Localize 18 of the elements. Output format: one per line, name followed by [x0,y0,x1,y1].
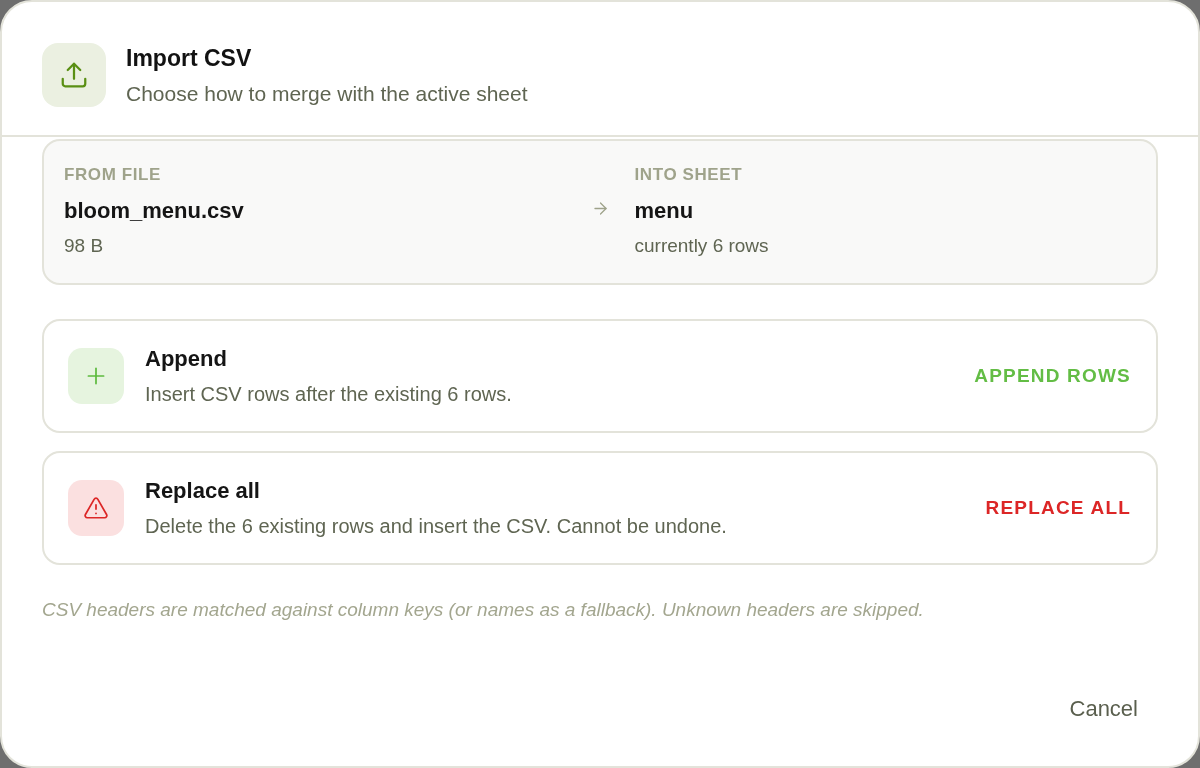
item-detail: 98 B [64,234,105,258]
cancel-button[interactable]: Cancel [1055,686,1152,732]
option-action-button[interactable]: REPLACE ALL [985,494,1131,522]
item-detail: currently 6 rows [634,234,770,258]
option-title: Append [145,345,228,373]
item-name: bloom_menu.csv [64,197,245,225]
section-label: FROM FILE [64,164,162,186]
plus-icon [68,348,124,404]
upload-icon [42,43,106,107]
warning-icon [68,480,124,536]
option-title: Replace all [145,477,261,505]
import-note: CSV headers are matched against column keys (or names as a fallback). Unknown headers are skipped. [42,598,925,622]
dialog-subtitle: Choose how to merge with the active sheet [126,81,528,107]
dialog-title: Import CSV [126,44,253,73]
option-description: Delete the 6 existing rows and insert the CSV. Cannot be undone. [145,514,728,539]
option-description: Insert CSV rows after the existing 6 rows. [145,382,513,407]
item-name: menu [634,197,695,225]
section-label: INTO SHEET [634,164,744,186]
